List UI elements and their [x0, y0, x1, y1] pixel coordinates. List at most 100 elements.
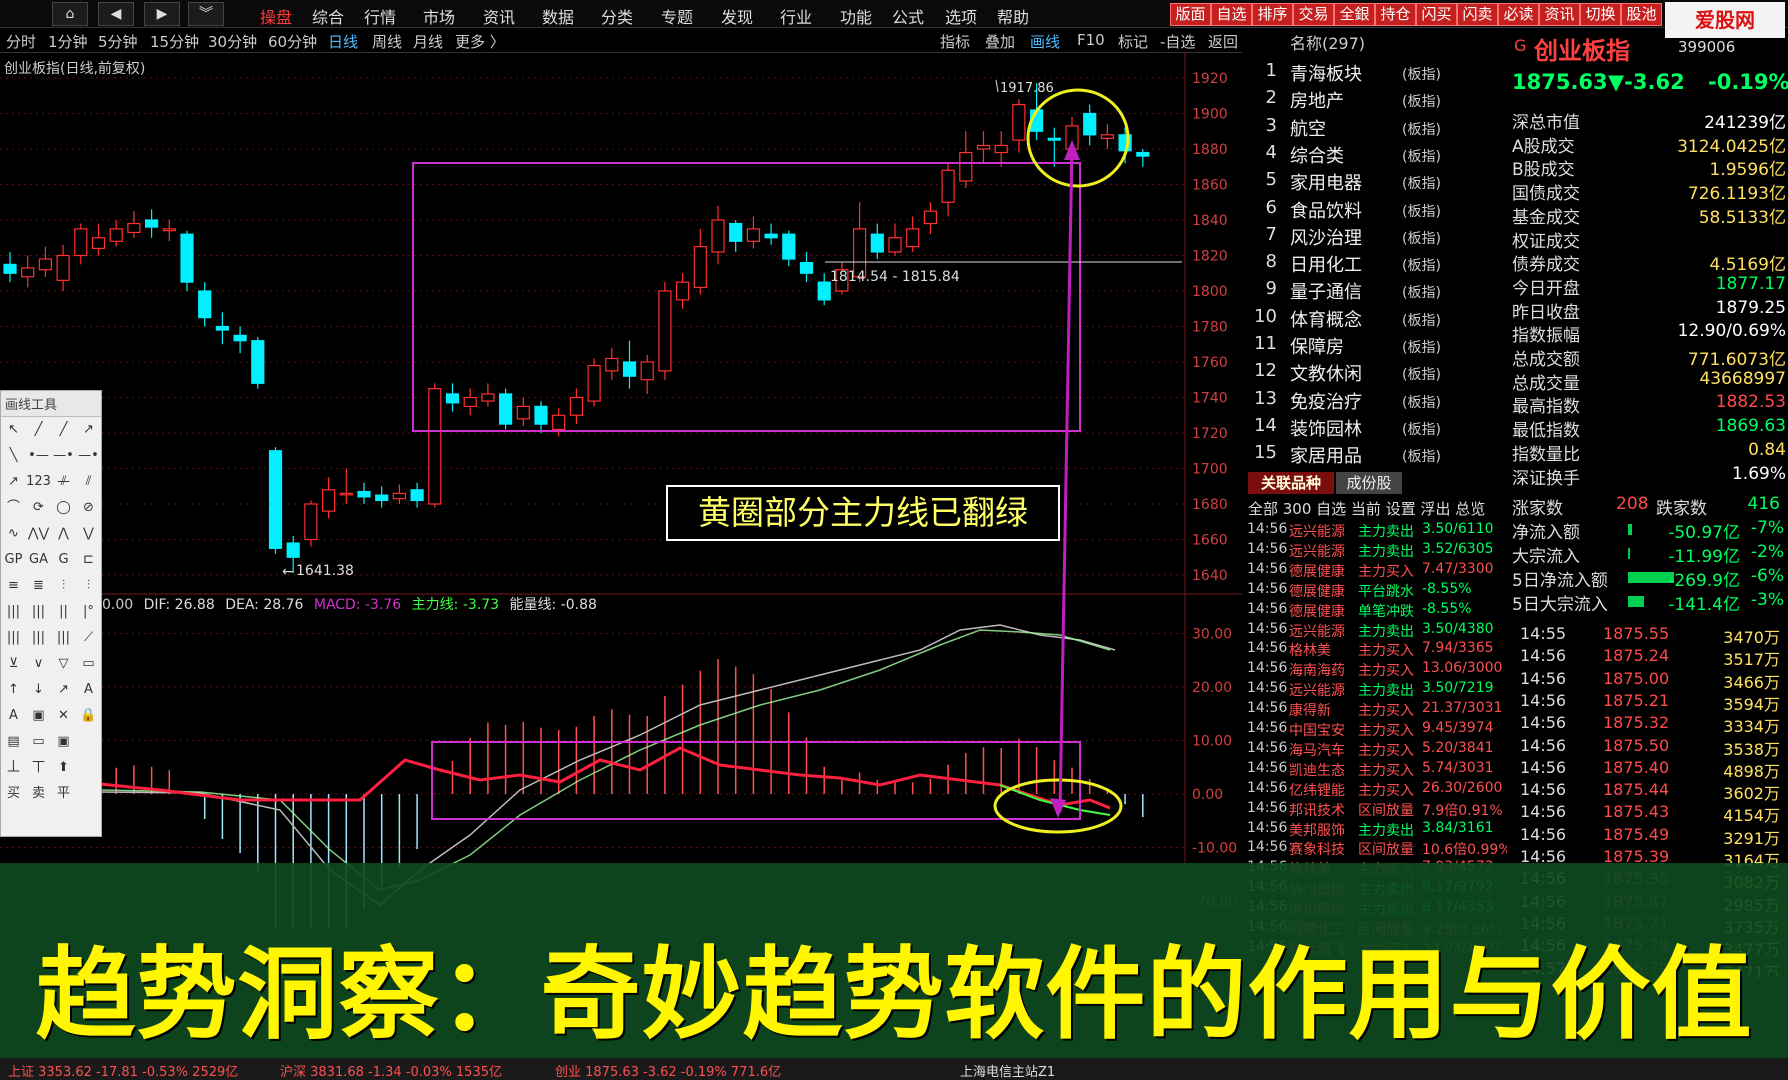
draw-tool-icon[interactable]: ▽ — [51, 651, 76, 677]
sector-row[interactable]: 8 日用化工 (板指) — [1245, 251, 1495, 278]
quick-button-shanmai2[interactable]: 闪卖 — [1457, 3, 1498, 26]
sector-row[interactable]: 5 家用电器 (板指) — [1245, 169, 1495, 196]
draw-tool-icon[interactable]: ⫶ — [76, 573, 101, 599]
draw-tool-icon[interactable]: ⊘ — [76, 495, 101, 521]
draw-tool-icon[interactable]: ≣ — [26, 573, 51, 599]
draw-tool-icon[interactable]: ⊏ — [76, 547, 101, 573]
draw-tool-icon[interactable]: ↑ — [1, 677, 26, 703]
draw-tool-icon[interactable]: 平 — [51, 781, 76, 807]
sector-row[interactable]: 6 食品饮料 (板指) — [1245, 197, 1495, 224]
draw-tool-icon[interactable]: ⊻ — [1, 651, 26, 677]
period-1min[interactable]: 1分钟 — [48, 31, 88, 52]
period-5min[interactable]: 5分钟 — [98, 31, 138, 52]
draw-tool-icon[interactable]: ⟳ — [26, 495, 51, 521]
sector-row[interactable]: 12 文教休闲 (板指) — [1245, 360, 1495, 387]
draw-tool-icon[interactable]: ⋀⋁ — [26, 521, 51, 547]
sector-row[interactable]: 9 量子通信 (板指) — [1245, 278, 1495, 305]
quick-button-quanyin[interactable]: 全銀 — [1334, 3, 1375, 26]
tick-alert-row[interactable]: 14:56 德展健康 单笔冲跌 -8.55% — [1247, 601, 1507, 621]
tick-filters[interactable]: 全部 300 自选 当前 设置 浮出 总览 — [1248, 498, 1485, 519]
quick-button-guchi[interactable]: 股池 — [1621, 3, 1662, 26]
quick-button-paixu[interactable]: 排序 — [1252, 3, 1293, 26]
period-weekly[interactable]: 周线 — [372, 31, 402, 52]
tool-overlay[interactable]: 叠加 — [985, 31, 1015, 52]
draw-tool-icon[interactable]: ⋀ — [51, 521, 76, 547]
period-15min[interactable]: 15分钟 — [150, 31, 199, 52]
tool-add-watchlist[interactable]: -自选 — [1160, 31, 1195, 52]
home-icon[interactable]: ⌂ — [52, 2, 88, 26]
tick-alert-row[interactable]: 14:56 远兴能源 主力卖出 3.50/6110 — [1247, 521, 1507, 541]
draw-tool-icon[interactable]: ╱ — [26, 417, 51, 443]
tick-alert-row[interactable]: 14:56 远兴能源 主力卖出 3.50/4380 — [1247, 621, 1507, 641]
period-60min[interactable]: 60分钟 — [268, 31, 317, 52]
back-icon[interactable]: ◀ — [98, 2, 134, 26]
menu-bangzhu[interactable]: 帮助 — [997, 4, 1029, 28]
tick-alert-row[interactable]: 14:56 康得新 主力买入 21.37/3031 — [1247, 700, 1507, 720]
draw-tool-icon[interactable]: 123 — [26, 469, 51, 495]
draw-tool-icon[interactable]: 丄 — [1, 755, 26, 781]
draw-tool-icon[interactable]: ▭ — [26, 729, 51, 755]
tool-back[interactable]: 返回 — [1208, 31, 1238, 52]
tick-alert-row[interactable]: 14:56 美邦服饰 主力卖出 3.84/3161 — [1247, 820, 1507, 840]
draw-tool-icon[interactable]: ∿ — [1, 521, 26, 547]
draw-tool-icon[interactable]: 卖 — [26, 781, 51, 807]
tick-alert-row[interactable]: 14:56 中国宝安 主力买入 9.45/3974 — [1247, 720, 1507, 740]
period-daily[interactable]: 日线 — [328, 31, 358, 52]
tick-alert-row[interactable]: 14:56 赛象科技 区间放量 10.6倍0.99% — [1247, 839, 1507, 859]
draw-tool-icon[interactable]: ↗ — [51, 677, 76, 703]
forward-icon[interactable]: ▶ — [144, 2, 180, 26]
sector-row[interactable]: 7 风沙治理 (板指) — [1245, 224, 1495, 251]
draw-tool-icon[interactable]: ⬆ — [51, 755, 76, 781]
menu-zonghe[interactable]: 综合 — [312, 4, 344, 28]
sector-row[interactable]: 4 综合类 (板指) — [1245, 142, 1495, 169]
draw-tool-icon[interactable]: ▤ — [1, 729, 26, 755]
quick-button-jiaoyi[interactable]: 交易 — [1293, 3, 1334, 26]
tick-alert-row[interactable]: 14:56 邦讯技术 区间放量 7.9倍0.91% — [1247, 800, 1507, 820]
tab-linked[interactable]: 关联品种 — [1248, 472, 1334, 494]
draw-tool-icon[interactable]: GA — [26, 547, 51, 573]
status-sh[interactable]: 上证 3353.62 -17.81 -0.53% 2529亿 — [8, 1061, 238, 1080]
draw-tool-icon[interactable]: ▭ — [76, 651, 101, 677]
tick-alert-row[interactable]: 14:56 海马汽车 主力买入 5.20/3841 — [1247, 740, 1507, 760]
sector-row[interactable]: 2 房地产 (板指) — [1245, 87, 1495, 114]
draw-tool-icon[interactable]: ╱ — [51, 417, 76, 443]
sector-row[interactable]: 14 装饰园林 (板指) — [1245, 415, 1495, 442]
quick-button-bidu[interactable]: 必读 — [1498, 3, 1539, 26]
quick-button-qiehuan[interactable]: 切换 — [1580, 3, 1621, 26]
draw-tool-icon[interactable]: ▣ — [51, 729, 76, 755]
menu-gongshi[interactable]: 公式 — [892, 4, 924, 28]
tick-alert-row[interactable]: 14:56 德展健康 平台跳水 -8.55% — [1247, 581, 1507, 601]
drawing-tools-panel[interactable]: 画线工具 ↖ ╱ ╱ ↗ ╲ •— —•— —• ↗ 123 ⫽ ⫽ ⌒ ⟳ ◯ ⊘ ∿ ⋀⋁ ⋀ ⋁ GP GA G ⊏ ≡ ≣… — [0, 390, 102, 837]
period-30min[interactable]: 30分钟 — [208, 31, 257, 52]
draw-tool-icon[interactable]: ╲ — [1, 443, 26, 469]
tick-alert-row[interactable]: 14:56 凯迪生态 主力买入 5.74/3031 — [1247, 760, 1507, 780]
tool-mark[interactable]: 标记 — [1118, 31, 1148, 52]
period-more[interactable]: 更多 〉 — [455, 31, 505, 52]
draw-tool-icon[interactable] — [76, 729, 101, 755]
draw-tool-icon[interactable]: |° — [76, 599, 101, 625]
sector-row[interactable]: 10 体育概念 (板指) — [1245, 306, 1495, 333]
draw-tool-icon[interactable]: A — [1, 703, 26, 729]
draw-tool-icon[interactable]: ◯ — [51, 495, 76, 521]
draw-tool-icon[interactable]: GP — [1, 547, 26, 573]
draw-tool-icon[interactable]: ||| — [26, 599, 51, 625]
tick-alert-row[interactable]: 14:56 海南海药 主力买入 13.06/3000 — [1247, 660, 1507, 680]
draw-tool-icon[interactable]: || — [51, 599, 76, 625]
quick-button-shanmai[interactable]: 闪买 — [1416, 3, 1457, 26]
period-monthly[interactable]: 月线 — [413, 31, 443, 52]
tool-indicator[interactable]: 指标 — [940, 31, 970, 52]
sector-row[interactable]: 15 家居用品 (板指) — [1245, 442, 1495, 469]
draw-tool-icon[interactable]: •— — [26, 443, 51, 469]
draw-tool-icon[interactable]: A — [76, 677, 101, 703]
draw-tool-icon[interactable]: ⌒ — [1, 495, 26, 521]
draw-tool-icon[interactable]: ||| — [51, 625, 76, 651]
tool-f10[interactable]: F10 — [1077, 31, 1105, 49]
sector-row[interactable]: 3 航空 (板指) — [1245, 115, 1495, 142]
menu-zixun[interactable]: 资讯 — [483, 4, 515, 28]
menu-zhuanti[interactable]: 专题 — [661, 4, 693, 28]
draw-tool-icon[interactable]: —• — [76, 443, 101, 469]
draw-tool-icon[interactable]: 丅 — [26, 755, 51, 781]
sector-list-header[interactable]: 名称(297) — [1290, 30, 1365, 54]
sector-row[interactable]: 13 免疫治疗 (板指) — [1245, 388, 1495, 415]
draw-tool-icon[interactable]: ↖ — [1, 417, 26, 443]
